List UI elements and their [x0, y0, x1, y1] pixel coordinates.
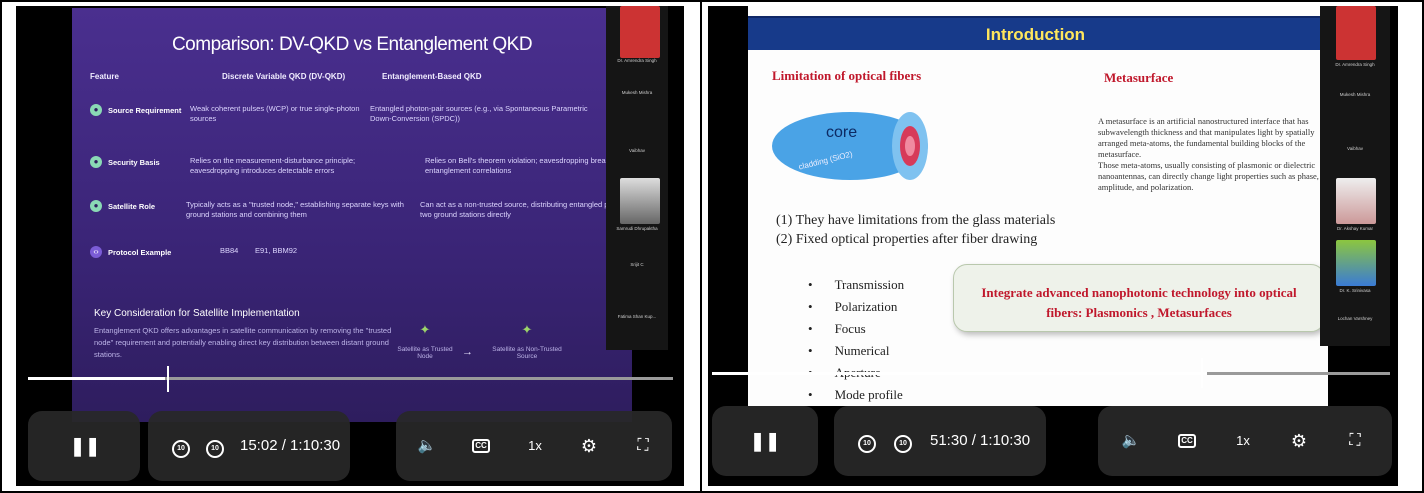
seek-time-control: 10 10 51:30 / 1:10:30: [834, 406, 1046, 476]
participant-name: Dr. Amrendra Singh: [617, 58, 657, 63]
list-item: Polarization: [808, 296, 904, 318]
code-icon: ‹›: [90, 246, 102, 258]
playback-speed-button[interactable]: 1x: [522, 433, 548, 459]
satellite-trusted-node: ✦ Satellite as Trusted Node: [397, 322, 453, 360]
video-player-right[interactable]: Introduction Limitation of optical fiber…: [708, 6, 1398, 486]
closed-captions-icon[interactable]: CC: [1174, 428, 1200, 454]
satellite-non-trusted-source: ✦ Satellite as Non-Trusted Source: [492, 322, 562, 360]
participant-name: Vaibhav: [629, 148, 645, 153]
player-settings-control: 🔈 CC 1x ⚙ ⛶: [1098, 406, 1392, 476]
participant-name: Lochan Varshney: [1337, 316, 1373, 321]
forward-10-icon[interactable]: 10: [202, 433, 228, 459]
metasurface-description: A metasurface is an artificial nanostruc…: [1098, 116, 1319, 192]
lightbulb-icon: ●: [90, 104, 102, 116]
satellite-icon: ●: [90, 200, 102, 212]
table-header-entanglement: Entanglement-Based QKD: [382, 72, 482, 81]
pause-icon[interactable]: ❚❚: [70, 433, 100, 459]
table-header-dvqkd: Discrete Variable QKD (DV-QKD): [222, 72, 346, 81]
playback-speed-button[interactable]: 1x: [1230, 428, 1256, 454]
list-item: Mode profile: [808, 384, 904, 406]
scrubber-handle[interactable]: [167, 366, 169, 392]
participant-name: Dr. Amrendra Singh: [1335, 62, 1375, 67]
seek-time-control: 10 10 15:02 / 1:10:30: [148, 411, 350, 481]
forward-10-icon[interactable]: 10: [890, 428, 916, 454]
participant-video: [1336, 178, 1376, 224]
participant-video: [620, 178, 660, 224]
satellite-icon: ✦: [419, 322, 431, 337]
fullscreen-icon[interactable]: ⛶: [630, 433, 656, 459]
participant-name: Dr. Akshay Kumar: [1336, 226, 1373, 231]
slide-title-bar: Introduction: [748, 16, 1323, 50]
participant-video: [1336, 240, 1376, 286]
key-consideration-title: Key Consideration for Satellite Implemen…: [94, 308, 300, 319]
scrubber-handle[interactable]: [1201, 358, 1203, 388]
slide-title: Comparison: DV-QKD vs Entanglement QKD: [171, 34, 533, 55]
progress-fill: [712, 372, 1207, 375]
volume-icon[interactable]: 🔈: [414, 433, 440, 459]
closed-captions-icon[interactable]: CC: [468, 433, 494, 459]
fiber-diagram: [772, 112, 928, 180]
key-consideration-body: Entanglement QKD offers advantages in sa…: [94, 326, 392, 359]
shield-icon: ●: [90, 156, 102, 168]
panel-divider: [700, 0, 702, 493]
slide-introduction: Introduction Limitation of optical fiber…: [748, 6, 1328, 406]
participant-name: Samrudi Dhrupaktha: [616, 226, 658, 231]
slide-title: Introduction: [985, 25, 1086, 44]
table-row: ● Satellite Role Typically acts as a "tr…: [90, 200, 629, 226]
key-consideration-box: Key Consideration for Satellite Implemen…: [94, 308, 394, 361]
pause-control: ❚❚: [28, 411, 140, 481]
fiber-limitations: (1) They have limitations from the glass…: [776, 213, 1056, 247]
progress-bar[interactable]: [28, 377, 673, 380]
list-item: Transmission: [808, 274, 905, 296]
list-item: Numerical: [808, 340, 904, 362]
table-row: ● Security Basis Relies on the measureme…: [90, 156, 626, 182]
participant-video: [620, 6, 660, 58]
list-item: Focus: [808, 318, 904, 340]
video-player-left[interactable]: Comparison: DV-QKD vs Entanglement QKD F…: [16, 6, 684, 486]
right-heading: Metasurface: [1104, 70, 1174, 85]
pause-icon[interactable]: ❚❚: [750, 428, 780, 454]
participant-video: [1336, 6, 1376, 60]
slide-qkd-comparison: Comparison: DV-QKD vs Entanglement QKD F…: [72, 8, 632, 422]
arrow-right-icon: →: [462, 346, 473, 358]
gear-icon[interactable]: ⚙: [576, 433, 602, 459]
participant-name: Mukesh Mishra: [1339, 92, 1371, 97]
property-list: Transmission Polarization Focus Numerica…: [808, 274, 905, 406]
core-label: core: [826, 124, 858, 141]
pause-control: ❚❚: [712, 406, 818, 476]
left-heading: Limitation of optical fibers: [772, 68, 922, 83]
table-header-feature: Feature: [90, 72, 119, 81]
time-display: 15:02 / 1:10:30: [240, 437, 341, 454]
table-row: ● Source Requirement Weak coherent pulse…: [90, 104, 626, 130]
participant-name: Mukesh Mishra: [621, 90, 653, 95]
participants-strip: Dr. Amrendra Singh Mukesh Mishra Vaibhav…: [1320, 6, 1390, 346]
volume-icon[interactable]: 🔈: [1118, 428, 1144, 454]
fullscreen-icon[interactable]: ⛶: [1342, 428, 1368, 454]
table-row: ‹› Protocol Example BB84 E91, BBM92: [90, 246, 626, 262]
progress-bar[interactable]: [712, 372, 1390, 375]
satellite-icon: ✦: [521, 322, 533, 337]
gear-icon[interactable]: ⚙: [1286, 428, 1312, 454]
rewind-10-icon[interactable]: 10: [854, 428, 880, 454]
player-settings-control: 🔈 CC 1x ⚙ ⛶: [396, 411, 672, 481]
participant-name: Fatima Shan Kup...: [617, 314, 657, 319]
rewind-10-icon[interactable]: 10: [168, 433, 194, 459]
participant-name: Vaibhav: [1347, 146, 1363, 151]
participant-name: Srijit C: [630, 262, 644, 267]
participant-name: Dr. K. Srinivasa: [1339, 288, 1371, 293]
participants-strip: Dr. Amrendra Singh Mukesh Mishra Vaibhav…: [606, 6, 668, 350]
callout-box: Integrate advanced nanophotonic technolo…: [953, 264, 1325, 332]
progress-fill: [28, 377, 166, 380]
time-display: 51:30 / 1:10:30: [930, 432, 1031, 449]
